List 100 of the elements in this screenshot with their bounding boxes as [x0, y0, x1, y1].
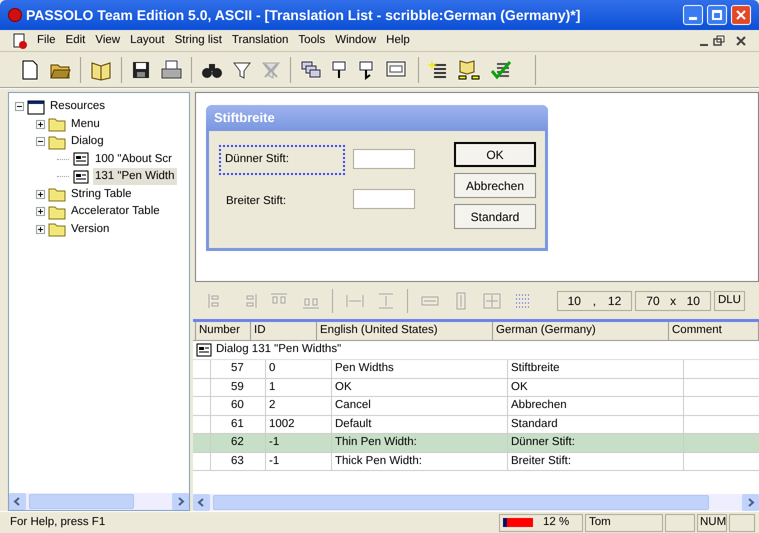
app-icon	[8, 8, 22, 22]
dialog-button[interactable]: Standard	[454, 204, 536, 229]
dialog-label: Dünner Stift:	[221, 147, 343, 173]
folder-icon	[48, 186, 66, 202]
tree-item[interactable]: Menu	[69, 116, 102, 133]
document-icon[interactable]	[12, 32, 28, 48]
menubar-entry[interactable]: Window	[330, 32, 382, 50]
menubar-entry[interactable]: File	[32, 32, 61, 50]
table-row[interactable]: 62 -1 Thin Pen Width: Dünner Stift:	[193, 434, 759, 452]
dialog-label: Breiter Stift:	[226, 194, 286, 209]
menubar-entry[interactable]: Translation	[226, 32, 294, 50]
menubar-entry[interactable]: Tools	[293, 32, 330, 50]
table-cell: 1	[265, 378, 331, 396]
maximize-button[interactable]	[707, 5, 727, 25]
dialog-icon	[72, 168, 90, 185]
units-display: DLU	[714, 290, 745, 310]
table-cell: OK	[331, 378, 507, 396]
table-cell: Pen Widths	[331, 360, 507, 378]
expand-icon[interactable]	[36, 120, 45, 129]
scroll-right-icon[interactable]	[172, 493, 189, 510]
expand-icon[interactable]	[36, 207, 45, 216]
dialog-button[interactable]: Abbrechen	[454, 173, 536, 198]
restore-document-icon[interactable]	[713, 34, 727, 46]
table-cell: 57	[210, 360, 265, 378]
horizontal-scrollbar[interactable]	[9, 493, 189, 510]
menubar-entry[interactable]: View	[90, 32, 126, 50]
expand-icon[interactable]	[36, 190, 45, 199]
menubar-entry[interactable]: Help	[381, 32, 415, 50]
scrollbar-thumb[interactable]	[29, 494, 134, 509]
tree-item[interactable]: Version	[69, 220, 112, 238]
tree-item[interactable]: 131 "Pen Width	[93, 168, 177, 186]
filter-icon[interactable]	[232, 60, 252, 80]
scroll-left-icon[interactable]	[193, 494, 210, 511]
tree-item[interactable]: Dialog	[69, 133, 106, 150]
close-button[interactable]	[731, 5, 751, 25]
save-icon[interactable]	[131, 60, 151, 80]
table-cell: Abbrechen	[507, 397, 683, 414]
progress-reading: 12 %	[543, 514, 570, 530]
menubar-entry[interactable]: Edit	[60, 32, 90, 50]
size-display: 70 x 10	[635, 290, 711, 310]
tree-item[interactable]: String Table	[69, 186, 134, 203]
table-cell: 0	[265, 360, 331, 378]
check-list-icon[interactable]	[490, 58, 512, 80]
table-row[interactable]: 63 -1 Thick Pen Width: Breiter Stift:	[193, 452, 759, 471]
folder-icon	[48, 221, 66, 238]
print-icon[interactable]	[160, 58, 182, 80]
table-cell: 2	[265, 397, 331, 414]
new-list-icon[interactable]	[428, 58, 448, 80]
menubar-entry[interactable]: Layout	[125, 32, 170, 50]
status-text: For Help, press F1	[10, 514, 106, 530]
scroll-right-icon[interactable]	[742, 494, 759, 511]
table-cell: Cancel	[331, 397, 507, 414]
table-row[interactable]: 57 0 Pen Widths Stiftbreite	[193, 360, 759, 378]
windows-icon[interactable]	[300, 60, 322, 80]
tree-item[interactable]: Accelerator Table	[69, 203, 162, 220]
table-cell: 60	[210, 397, 265, 414]
column-header[interactable]: German (Germany)	[493, 322, 669, 340]
table-row[interactable]: 59 1 OK OK	[193, 378, 759, 397]
table-cell: Stiftbreite	[507, 360, 683, 378]
status-panel	[729, 514, 755, 532]
close-icon	[736, 10, 746, 20]
new-file-icon[interactable]	[20, 58, 40, 80]
folder-icon	[48, 134, 66, 150]
tree-item[interactable]: Resources	[48, 98, 107, 116]
window-icon	[27, 98, 45, 115]
menubar-entry[interactable]: String list	[170, 32, 227, 50]
table-cell: OK	[507, 378, 683, 396]
tree-item[interactable]: 100 "About Scr	[93, 150, 174, 168]
table-cell: 62	[210, 434, 265, 452]
collapse-icon[interactable]	[36, 137, 45, 146]
scroll-left-icon[interactable]	[9, 493, 26, 510]
horizontal-scrollbar[interactable]	[193, 494, 759, 511]
table-cell: -1	[265, 452, 331, 470]
table-cell: Default	[331, 416, 507, 433]
window-title: PASSOLO Team Edition 5.0, ASCII - [Translation List - scribble:German (Germany)*]	[26, 6, 580, 25]
table-cell: 63	[210, 452, 265, 470]
folder-icon	[48, 204, 66, 220]
dialog-title: Stiftbreite	[206, 105, 548, 131]
table-row[interactable]: 60 2 Cancel Abbrechen	[193, 397, 759, 416]
table-cell: Breiter Stift:	[507, 452, 683, 470]
close-document-icon[interactable]	[735, 34, 747, 46]
expand-icon[interactable]	[36, 224, 45, 234]
table-cell: -1	[265, 434, 331, 452]
group-heading: Dialog 131 "Pen Widths"	[216, 342, 342, 358]
table-cell: Thick Pen Width:	[331, 452, 507, 470]
table-cell: Thin Pen Width:	[331, 434, 507, 452]
book-transfer-icon[interactable]	[457, 58, 481, 80]
minimize-button[interactable]	[683, 5, 703, 25]
collapse-icon[interactable]	[15, 102, 24, 112]
table-cell: 59	[210, 378, 265, 396]
status-panel	[665, 514, 695, 532]
column-header[interactable]: English (United States)	[317, 322, 493, 340]
num-lock-indicator: NUM	[697, 514, 727, 532]
column-header[interactable]: ID	[251, 322, 317, 340]
table-cell: Dünner Stift:	[507, 434, 683, 452]
column-header[interactable]: Number	[196, 322, 251, 340]
column-header[interactable]: Comment	[669, 322, 759, 340]
dialog-button[interactable]: OK	[454, 142, 536, 167]
table-cell: Standard	[507, 416, 683, 433]
scrollbar-thumb[interactable]	[213, 495, 709, 510]
